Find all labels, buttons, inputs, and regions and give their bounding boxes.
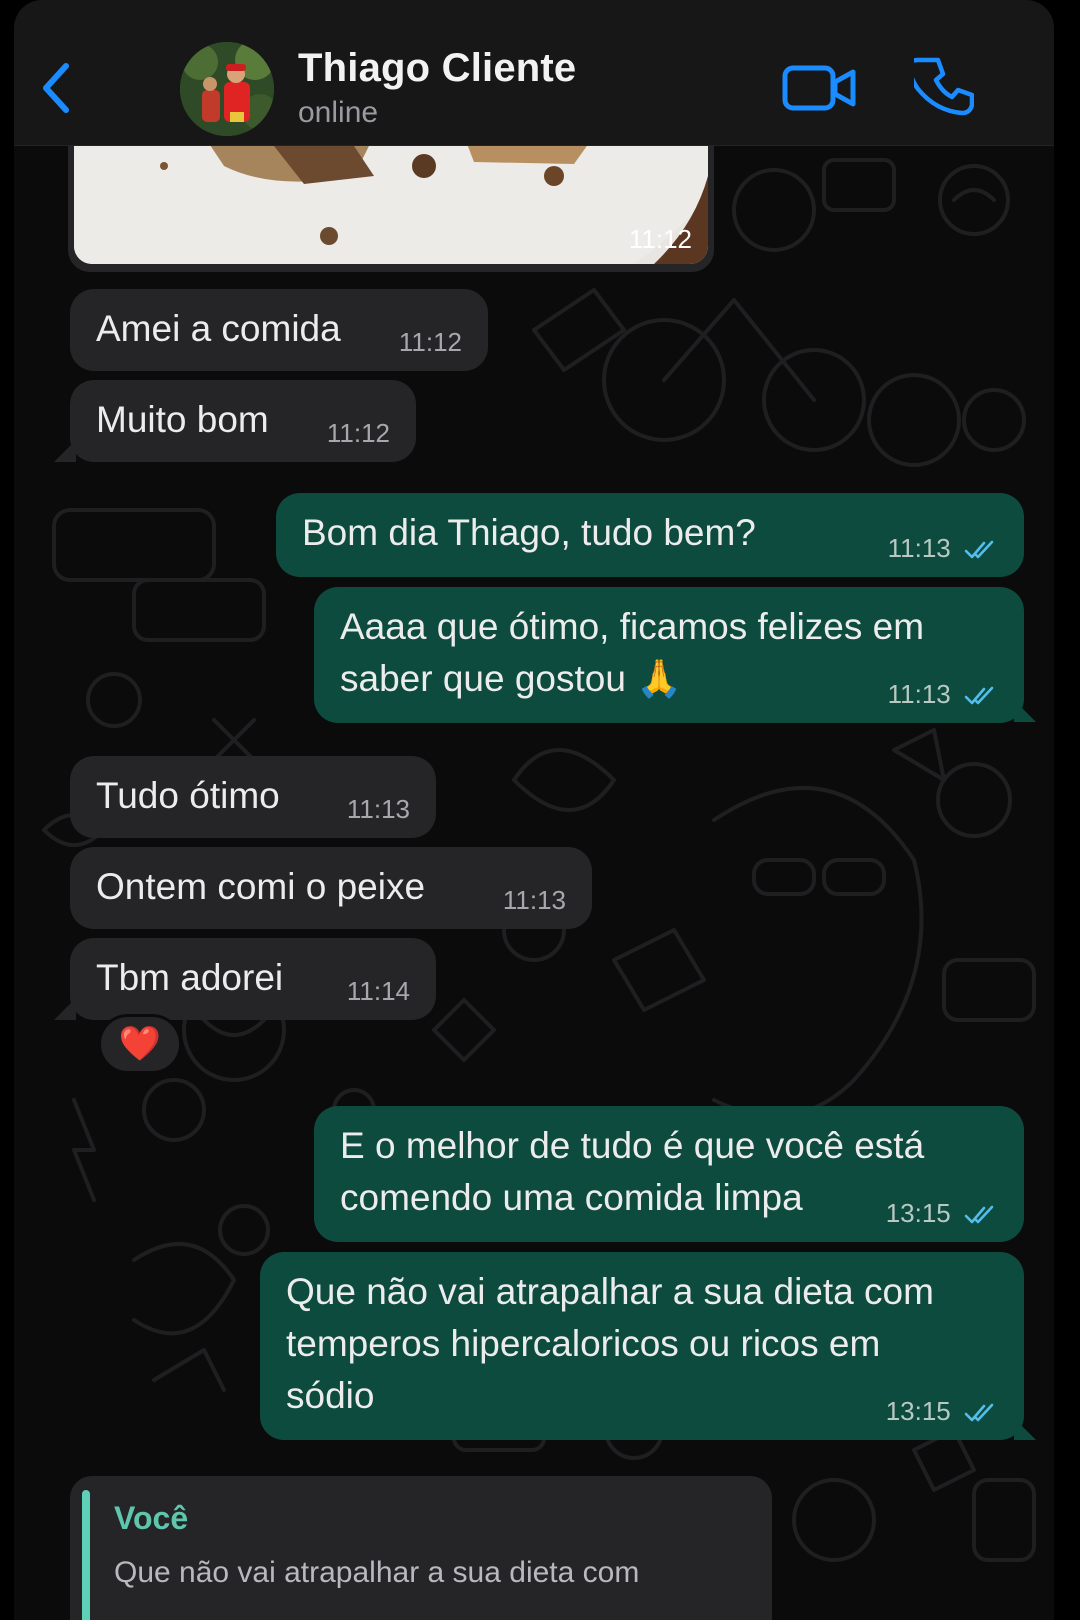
bubble-tail <box>54 998 76 1020</box>
message-status: 13:15 <box>886 1198 998 1228</box>
incoming-message[interactable]: Ontem comi o peixe 11:13 <box>70 847 592 929</box>
outgoing-message[interactable]: Que não vai atrapalhar a sua dieta com t… <box>260 1252 1024 1440</box>
message-text: E o melhor de tudo é que você está <box>340 1125 925 1166</box>
bubble-tail <box>1014 1418 1036 1440</box>
message-text: Que não vai atrapalhar a sua dieta com <box>286 1271 934 1312</box>
message-time: 11:13 <box>346 794 410 824</box>
message-time: 11:13 <box>502 885 566 915</box>
double-check-icon <box>964 1205 994 1224</box>
message-text: Tbm adorei <box>96 957 284 998</box>
quote-author: Você <box>114 1500 189 1536</box>
message-text: Amei a comida <box>96 308 341 349</box>
image-message[interactable]: 11:12 <box>68 130 714 272</box>
incoming-message[interactable]: Tbm adorei 11:14 <box>70 938 436 1020</box>
outgoing-message[interactable]: Aaaa que ótimo, ficamos felizes em saber… <box>314 587 1024 723</box>
double-check-icon <box>964 540 994 559</box>
double-check-icon <box>964 686 994 705</box>
quote-accent-bar <box>82 1490 90 1620</box>
message-text: Tudo ótimo <box>96 775 280 816</box>
message-time: 11:12 <box>628 224 692 254</box>
incoming-message[interactable]: Muito bom 11:12 <box>70 380 416 462</box>
contact-status: online <box>298 96 379 129</box>
contact-name[interactable]: Thiago Cliente <box>298 46 576 91</box>
heart-reaction[interactable]: ❤️ <box>98 1014 182 1074</box>
bubble-tail <box>54 440 76 462</box>
quote-text: Que não vai atrapalhar a sua dieta com <box>114 1556 640 1589</box>
message-status: 13:15 <box>886 1396 998 1426</box>
food-photo[interactable] <box>74 136 708 264</box>
outgoing-message[interactable]: E o melhor de tudo é que você está comen… <box>314 1106 1024 1242</box>
message-text: temperos hipercaloricos ou ricos em <box>286 1323 881 1364</box>
outgoing-message[interactable]: Bom dia Thiago, tudo bem? 11:13 <box>276 493 1024 577</box>
chevron-left-icon[interactable] <box>36 58 76 118</box>
message-time: 13:15 <box>885 1198 951 1228</box>
reply-quote[interactable]: Você Que não vai atrapalhar a sua dieta … <box>70 1476 772 1620</box>
chat-screen: Thiago Cliente online 11:12 Amei a comid… <box>14 0 1054 1620</box>
message-time: 11:14 <box>346 976 410 1006</box>
message-text: Muito bom <box>96 399 269 440</box>
incoming-message[interactable]: Amei a comida 11:12 <box>70 289 488 371</box>
message-time: 11:12 <box>326 418 390 448</box>
message-text: Aaaa que ótimo, ficamos felizes em <box>340 606 925 647</box>
message-time: 11:13 <box>887 533 951 563</box>
bubble-tail <box>1014 700 1036 722</box>
avatar[interactable] <box>180 42 274 136</box>
message-text: Bom dia Thiago, tudo bem? <box>302 512 756 553</box>
double-check-icon <box>964 1403 994 1422</box>
message-time: 11:12 <box>398 327 462 357</box>
message-status: 11:13 <box>888 679 998 709</box>
message-time: 11:13 <box>887 679 951 709</box>
chat-header: Thiago Cliente online <box>14 0 1054 146</box>
message-time: 13:15 <box>885 1396 951 1426</box>
incoming-message[interactable]: Tudo ótimo 11:13 <box>70 756 436 838</box>
video-camera-icon[interactable] <box>782 62 858 114</box>
phone-icon[interactable] <box>914 56 974 116</box>
message-status: 11:13 <box>888 533 998 563</box>
message-text: Ontem comi o peixe <box>96 866 426 907</box>
